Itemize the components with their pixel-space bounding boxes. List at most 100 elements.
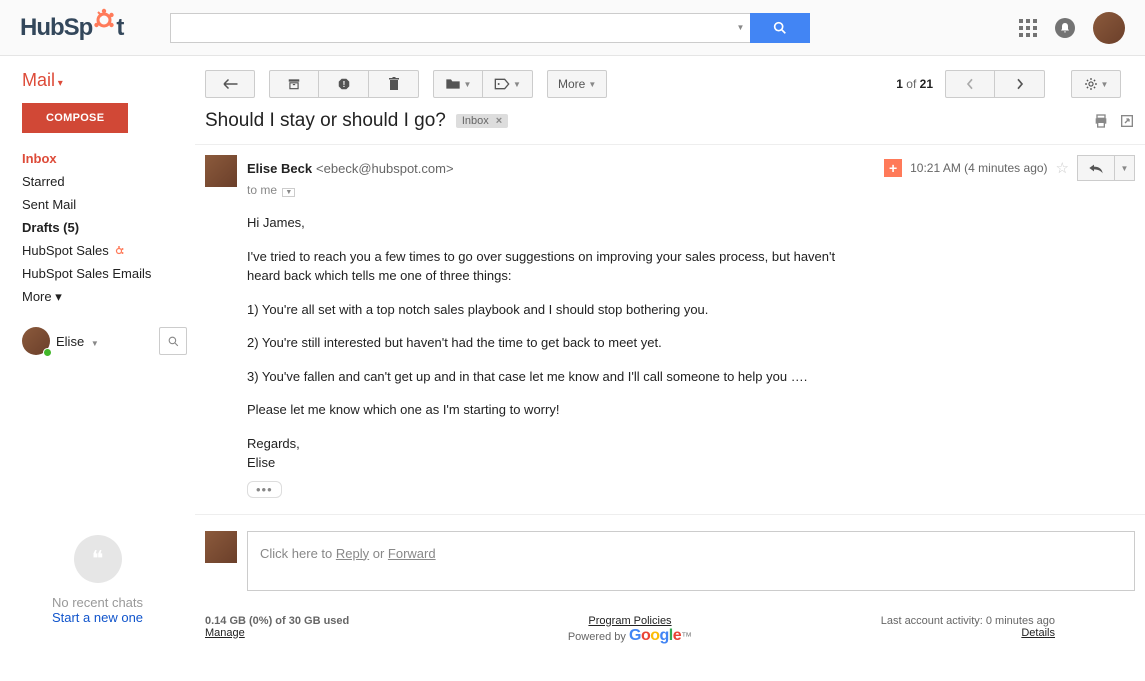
hubspot-badge-icon[interactable]: +	[884, 159, 902, 177]
details-link[interactable]: Details	[1021, 627, 1055, 639]
toolbar: ! ▼ ▼ More▼ 1 of 21 ▼	[195, 56, 1145, 110]
policies-link[interactable]: Program Policies	[588, 615, 671, 627]
hangouts-start-link[interactable]: Start a new one	[0, 610, 195, 625]
logo-text: HubSp	[20, 14, 92, 42]
user-avatar[interactable]	[1093, 12, 1125, 44]
popout-icon	[1119, 113, 1135, 129]
search-input[interactable]	[170, 13, 728, 43]
back-arrow-icon	[221, 78, 239, 90]
activity-text: Last account activity: 0 minutes ago	[772, 615, 1055, 627]
google-logo: Google	[629, 627, 681, 644]
chevron-left-icon	[966, 78, 974, 90]
search-icon	[167, 335, 180, 348]
print-icon	[1093, 113, 1109, 129]
body-p5: Please let me know which one as I'm star…	[247, 400, 842, 420]
hangouts-empty-text: No recent chats	[0, 595, 195, 610]
search-icon	[772, 20, 788, 36]
remove-label-icon[interactable]: ×	[493, 115, 505, 127]
star-button[interactable]: ☆	[1056, 159, 1069, 177]
chevron-right-icon	[1016, 78, 1024, 90]
pagination-text: 1 of 21	[896, 77, 933, 91]
nav-inbox[interactable]: Inbox	[0, 147, 195, 170]
subject-row: Should I stay or should I go? Inbox×	[195, 110, 1145, 144]
body-signature: Elise	[247, 455, 275, 470]
manage-link[interactable]: Manage	[205, 627, 245, 639]
body-p1: I've tried to reach you a few times to g…	[247, 247, 842, 286]
reply-link[interactable]: Reply	[336, 546, 369, 561]
subject-text: Should I stay or should I go?	[205, 110, 446, 132]
hubspot-mini-icon	[113, 245, 125, 257]
reply-area: Click here to Reply or Forward	[195, 514, 1145, 601]
prev-button[interactable]	[945, 70, 995, 98]
recipient-line: to me ▼	[247, 183, 1135, 197]
nav-drafts[interactable]: Drafts (5)	[0, 216, 195, 239]
trash-icon	[388, 77, 400, 91]
body-p4: 3) You've fallen and can't get up and in…	[247, 367, 842, 387]
presence-indicator	[43, 348, 52, 357]
label-button[interactable]: ▼	[483, 70, 533, 98]
reply-box[interactable]: Click here to Reply or Forward	[247, 531, 1135, 591]
body-p3: 2) You're still interested but haven't h…	[247, 333, 842, 353]
delete-button[interactable]	[369, 70, 419, 98]
header-actions	[1019, 12, 1125, 44]
new-window-button[interactable]	[1119, 113, 1135, 129]
back-button[interactable]	[205, 70, 255, 98]
print-button[interactable]	[1093, 113, 1109, 129]
search-container: ▼	[170, 13, 810, 43]
forward-link[interactable]: Forward	[388, 546, 436, 561]
sidebar: Mail COMPOSE Inbox Starred Sent Mail Dra…	[0, 56, 195, 659]
footer: 0.14 GB (0%) of 30 GB used Manage Progra…	[195, 601, 1065, 659]
nav-more[interactable]: More ▾	[0, 285, 195, 309]
move-button[interactable]: ▼	[433, 70, 483, 98]
chat-search-button[interactable]	[159, 327, 187, 355]
hangouts-icon: ❝	[74, 535, 122, 583]
search-options-dropdown[interactable]: ▼	[728, 13, 750, 43]
main-content: ! ▼ ▼ More▼ 1 of 21 ▼	[195, 56, 1145, 659]
gear-icon	[1084, 77, 1098, 91]
settings-button[interactable]: ▼	[1071, 70, 1121, 98]
chat-user-row: Elise ▼	[22, 327, 187, 355]
nav-sent[interactable]: Sent Mail	[0, 193, 195, 216]
spam-button[interactable]: !	[319, 70, 369, 98]
svg-text:!: !	[342, 80, 345, 89]
compose-button[interactable]: COMPOSE	[22, 103, 128, 133]
storage-text: 0.14 GB (0%) of 30 GB used	[205, 615, 488, 627]
hubspot-logo[interactable]: HubSpt	[20, 14, 170, 42]
reply-more-button[interactable]: ▼	[1115, 155, 1135, 181]
sender-name[interactable]: Elise Beck	[247, 161, 312, 176]
spam-icon: !	[337, 77, 351, 91]
search-button[interactable]	[750, 13, 810, 43]
tag-icon	[494, 78, 510, 90]
details-toggle[interactable]: ▼	[282, 188, 295, 197]
reply-icon	[1088, 162, 1104, 174]
archive-button[interactable]	[269, 70, 319, 98]
sender-avatar[interactable]	[205, 155, 237, 187]
more-button[interactable]: More▼	[547, 70, 607, 98]
timestamp: 10:21 AM (4 minutes ago)	[910, 161, 1047, 175]
sprocket-icon	[92, 8, 116, 32]
apps-icon[interactable]	[1019, 19, 1037, 37]
next-button[interactable]	[995, 70, 1045, 98]
email-body: Hi James, I've tried to reach you a few …	[247, 197, 842, 481]
body-signoff: Regards,	[247, 436, 300, 451]
app-header: HubSpt ▼	[0, 0, 1145, 56]
label-chip[interactable]: Inbox×	[456, 114, 508, 128]
hangouts-panel: ❝ No recent chats Start a new one	[0, 535, 195, 625]
my-avatar	[205, 531, 237, 563]
show-trimmed-button[interactable]: •••	[247, 481, 282, 498]
notifications-icon[interactable]	[1055, 18, 1075, 38]
nav-hubspot-emails[interactable]: HubSpot Sales Emails	[0, 262, 195, 285]
nav-hubspot-sales[interactable]: HubSpot Sales	[0, 239, 195, 262]
body-p2: 1) You're all set with a top notch sales…	[247, 300, 842, 320]
body-greeting: Hi James,	[247, 213, 842, 233]
reply-button[interactable]	[1077, 155, 1115, 181]
folder-icon	[445, 78, 461, 90]
chat-username[interactable]: Elise ▼	[56, 334, 153, 349]
nav-starred[interactable]: Starred	[0, 170, 195, 193]
email-message: Elise Beck <ebeck@hubspot.com> + 10:21 A…	[195, 144, 1145, 498]
sender-email: <ebeck@hubspot.com>	[316, 161, 454, 176]
powered-by: Powered by	[568, 631, 629, 643]
archive-icon	[287, 77, 301, 91]
logo-text-t: t	[116, 14, 123, 42]
mail-dropdown[interactable]: Mail	[0, 70, 195, 103]
